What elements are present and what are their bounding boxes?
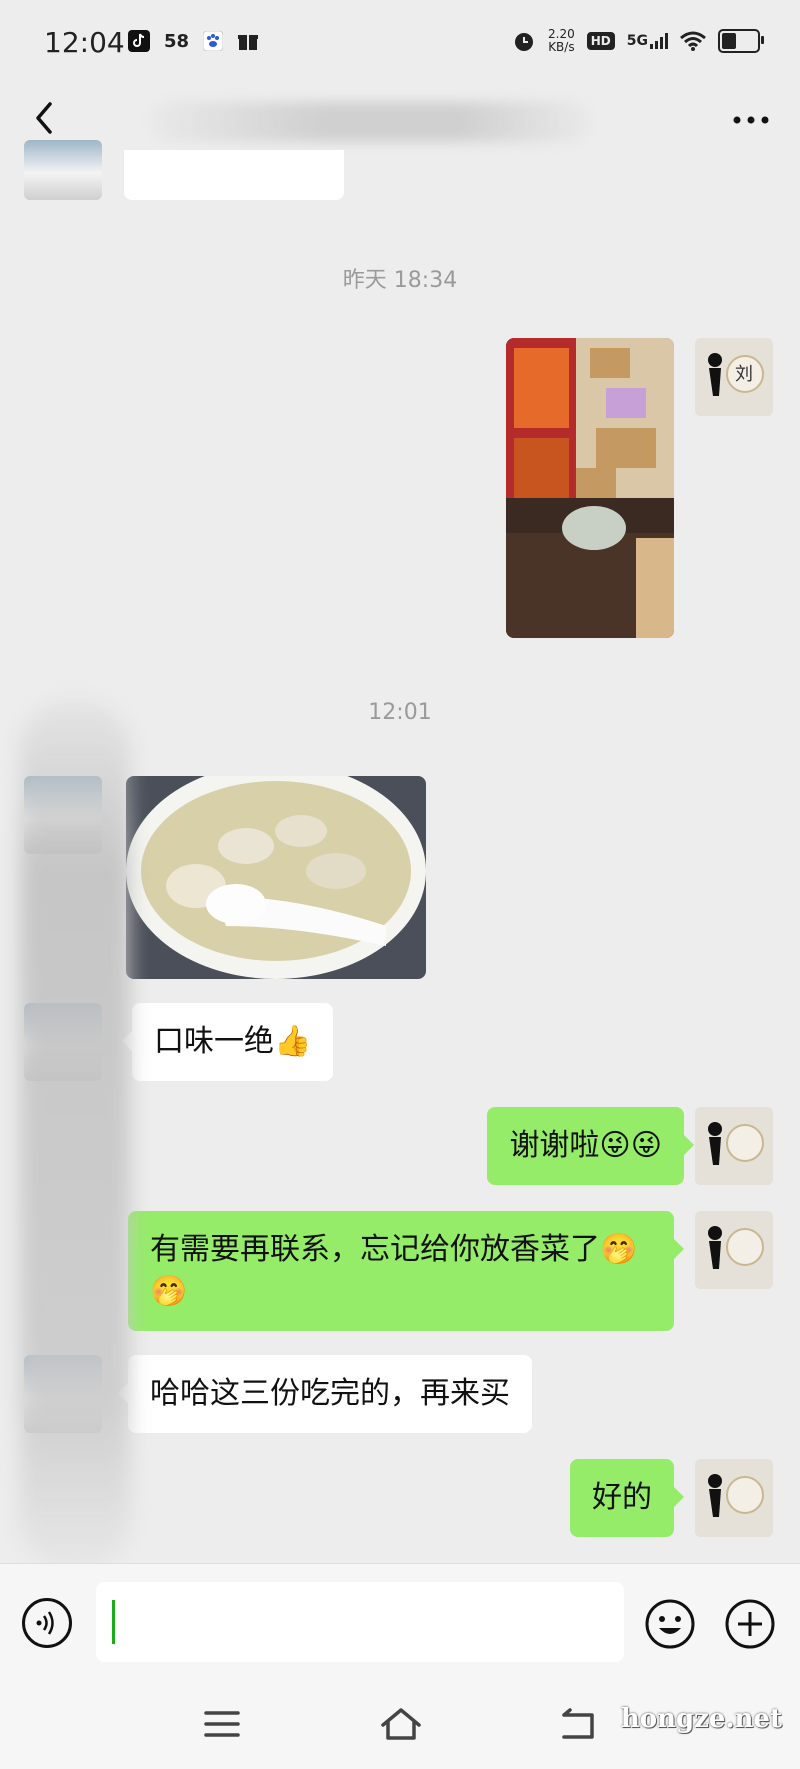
app-58-icon: 58	[164, 30, 190, 52]
plus-icon[interactable]	[724, 1598, 776, 1650]
sent-photo-message[interactable]	[506, 338, 674, 638]
alarm-icon	[515, 33, 534, 51]
contact-avatar[interactable]	[24, 140, 102, 200]
voice-icon	[36, 1611, 54, 1635]
gift-icon	[238, 35, 259, 50]
my-avatar-image	[695, 1211, 773, 1289]
net-speed: 2.20 KB/s	[548, 28, 575, 54]
net-speed-unit: KB/s	[548, 40, 575, 54]
system-status-icons: 2.20 KB/s HD 5G	[512, 28, 764, 54]
status-bar: 12:04 58 2.20 KB/s HD 5G	[0, 0, 800, 88]
emoji-icon[interactable]	[644, 1598, 696, 1650]
baidu-paw-icon	[203, 31, 224, 51]
text-cursor	[112, 1600, 115, 1644]
more-options-icon[interactable]	[726, 100, 776, 140]
my-avatar-letter: 刘	[735, 364, 753, 385]
sent-text-message[interactable]: 谢谢啦😜😜	[487, 1107, 694, 1185]
back-nav-icon[interactable]	[560, 1707, 596, 1741]
sent-text-message[interactable]: 好的	[570, 1459, 684, 1537]
signal-bars-icon	[650, 33, 668, 49]
tiktok-icon	[128, 30, 150, 52]
my-avatar[interactable]: 刘	[695, 338, 773, 416]
my-avatar-image	[695, 1107, 773, 1185]
message-text-input[interactable]	[96, 1582, 624, 1662]
wonton-soup-photo	[126, 776, 426, 979]
voice-input-button[interactable]	[22, 1598, 72, 1648]
sent-text-message[interactable]: 有需要再联系，忘记给你放香菜了🤭🤭	[128, 1211, 684, 1331]
chat-header	[0, 88, 800, 154]
battery-icon	[718, 29, 764, 53]
message-input-bar	[0, 1563, 800, 1682]
shop-counter-photo	[506, 338, 674, 638]
network-type-label: 5G	[626, 33, 648, 49]
my-avatar[interactable]	[695, 1107, 773, 1185]
contact-name-blurred	[150, 102, 590, 142]
my-avatar[interactable]	[695, 1459, 773, 1537]
hd-icon: HD	[586, 32, 615, 50]
received-text-message[interactable]: 哈哈这三份吃完的，再来买	[118, 1355, 532, 1433]
privacy-blur-overlay	[20, 700, 130, 1570]
home-icon[interactable]	[380, 1707, 422, 1741]
previous-message-bubble	[124, 150, 344, 200]
my-avatar[interactable]	[695, 1211, 773, 1289]
wifi-icon	[680, 31, 706, 51]
received-photo-message[interactable]	[126, 776, 426, 979]
received-text-message[interactable]: 口味一绝👍	[121, 1003, 334, 1081]
timestamp: 昨天 18:34	[342, 268, 458, 293]
notification-icons: 58	[128, 30, 259, 52]
back-arrow-icon[interactable]	[26, 94, 66, 142]
status-time: 12:04	[44, 26, 125, 59]
watermark: hongze.net	[620, 1704, 782, 1734]
my-avatar-image	[695, 1459, 773, 1537]
menu-icon[interactable]	[204, 1707, 240, 1741]
cellular-signal-icon: 5G	[627, 33, 668, 49]
my-avatar-image	[695, 338, 773, 416]
